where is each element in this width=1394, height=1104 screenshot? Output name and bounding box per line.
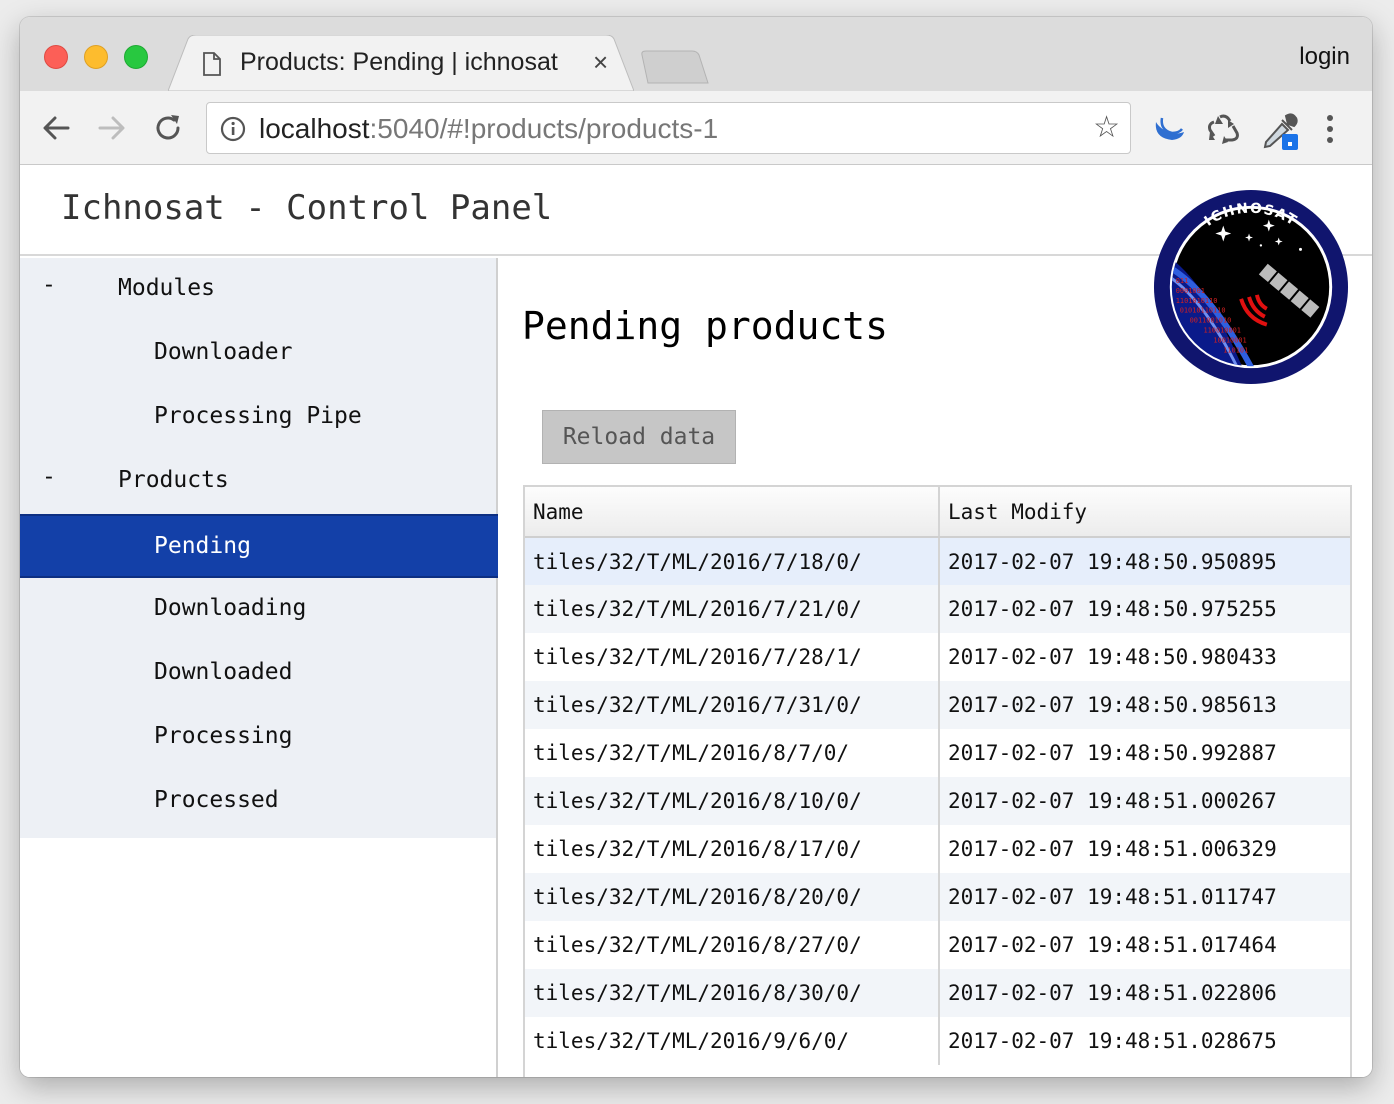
cell-last-modify: 2017-02-07 19:48:51.022806 (939, 969, 1350, 1017)
new-tab-button[interactable] (640, 49, 710, 85)
sidebar-group-label: Modules (118, 275, 215, 301)
url-path: :5040/#!products/products-1 (369, 113, 719, 144)
tab-title: Products: Pending | ichnosat (240, 48, 558, 76)
cell-name: tiles/32/T/ML/2016/8/20/0/ (525, 873, 940, 921)
browser-window: Products: Pending | ichnosat × login loc… (20, 17, 1372, 1077)
url-host: localhost (259, 113, 370, 144)
maximize-window-button[interactable] (124, 45, 148, 69)
page-title: Pending products (522, 304, 889, 348)
svg-text:1101010110: 1101010110 (1176, 297, 1218, 305)
menu-dots-icon[interactable] (1324, 112, 1336, 146)
sidebar-item-label: Downloaded (154, 659, 293, 685)
login-link[interactable]: login (1299, 43, 1350, 71)
cell-last-modify: 2017-02-07 19:48:51.006329 (939, 825, 1350, 873)
table-row[interactable]: tiles/32/T/ML/2016/7/18/0/2017-02-07 19:… (525, 537, 1350, 585)
sidebar-item-label: Pending (154, 533, 251, 559)
document-icon (203, 52, 221, 76)
table-row[interactable]: tiles/32/T/ML/2016/7/31/0/2017-02-07 19:… (525, 681, 1350, 729)
sidebar-item-pending[interactable]: Pending (20, 514, 498, 578)
cell-last-modify: 2017-02-07 19:48:50.985613 (939, 681, 1350, 729)
close-window-button[interactable] (44, 45, 68, 69)
sidebar-item-processed[interactable]: Processed (20, 770, 498, 834)
sidebar-item-label: Downloader (154, 339, 293, 365)
back-arrow-icon[interactable] (40, 112, 72, 144)
sidebar-item-downloader[interactable]: Downloader (20, 322, 498, 386)
table-row[interactable]: tiles/32/T/ML/2016/8/30/0/2017-02-07 19:… (525, 969, 1350, 1017)
cell-name: tiles/32/T/ML/2016/8/27/0/ (525, 921, 940, 969)
sidebar-item-processing-pipe[interactable]: Processing Pipe (20, 386, 498, 450)
table-row[interactable]: tiles/32/T/ML/2016/8/10/0/2017-02-07 19:… (525, 777, 1350, 825)
sidebar-item-label: Processed (154, 787, 279, 813)
svg-text:011: 011 (1176, 277, 1189, 285)
cell-name: tiles/32/T/ML/2016/7/28/1/ (525, 633, 940, 681)
table-row[interactable]: tiles/32/T/ML/2016/8/17/0/2017-02-07 19:… (525, 825, 1350, 873)
reload-icon[interactable] (152, 112, 184, 144)
reload-data-button[interactable]: Reload data (542, 410, 736, 464)
svg-text:01010110110: 01010110110 (1180, 307, 1226, 315)
url-text[interactable]: localhost:5040/#!products/products-1 (259, 113, 718, 145)
ichnosat-logo: ICHNOSAT 011 0001001 1101010110 01010110… (1153, 189, 1349, 385)
cell-name: tiles/32/T/ML/2016/8/7/0/ (525, 729, 940, 777)
sidebar: - Modules Downloader Processing Pipe - P… (20, 258, 498, 838)
cell-last-modify: 2017-02-07 19:48:50.992887 (939, 729, 1350, 777)
cell-last-modify: 2017-02-07 19:48:51.000267 (939, 777, 1350, 825)
svg-text:0011001010: 0011001010 (1190, 317, 1232, 325)
eyedropper-extension-icon[interactable] (1262, 112, 1298, 150)
table-body: tiles/32/T/ML/2016/7/18/0/2017-02-07 19:… (525, 537, 1350, 1065)
app-title: Ichnosat - Control Panel (61, 188, 553, 228)
column-header-name[interactable]: Name (525, 487, 940, 538)
table-row[interactable]: tiles/32/T/ML/2016/8/27/0/2017-02-07 19:… (525, 921, 1350, 969)
browser-toolbar: localhost:5040/#!products/products-1 ☆ (20, 91, 1372, 165)
web-page: Ichnosat - Control Panel ICHNOSAT 011 00… (20, 166, 1372, 1077)
cell-name: tiles/32/T/ML/2016/9/6/0/ (525, 1017, 940, 1065)
sidebar-group-products[interactable]: - Products (20, 450, 498, 514)
browser-titlebar: Products: Pending | ichnosat × login (20, 17, 1372, 91)
recycle-extension-icon[interactable] (1206, 112, 1240, 146)
cell-name: tiles/32/T/ML/2016/8/30/0/ (525, 969, 940, 1017)
svg-text:110010001: 110010001 (1203, 327, 1241, 335)
products-table: Name Last Modify tiles/32/T/ML/2016/7/18… (523, 485, 1352, 1077)
minimize-window-button[interactable] (84, 45, 108, 69)
cell-last-modify: 2017-02-07 19:48:50.980433 (939, 633, 1350, 681)
cell-name: tiles/32/T/ML/2016/8/10/0/ (525, 777, 940, 825)
sidebar-item-label: Processing (154, 723, 293, 749)
svg-text:10010001: 10010001 (1213, 336, 1246, 344)
sidebar-item-label: Downloading (154, 595, 307, 621)
table-row[interactable]: tiles/32/T/ML/2016/7/21/0/2017-02-07 19:… (525, 585, 1350, 633)
collapse-toggle[interactable]: - (42, 464, 56, 490)
cell-name: tiles/32/T/ML/2016/8/17/0/ (525, 825, 940, 873)
sidebar-item-downloaded[interactable]: Downloaded (20, 642, 498, 706)
sidebar-item-processing[interactable]: Processing (20, 706, 498, 770)
svg-text:110101: 110101 (1223, 346, 1248, 354)
table-header-row: Name Last Modify (525, 487, 1350, 538)
cell-last-modify: 2017-02-07 19:48:51.011747 (939, 873, 1350, 921)
cell-name: tiles/32/T/ML/2016/7/18/0/ (525, 537, 940, 585)
cell-last-modify: 2017-02-07 19:48:50.950895 (939, 537, 1350, 585)
table-row[interactable]: tiles/32/T/ML/2016/8/20/0/2017-02-07 19:… (525, 873, 1350, 921)
star-icon[interactable]: ☆ (1093, 113, 1120, 143)
table-row[interactable]: tiles/32/T/ML/2016/8/7/0/2017-02-07 19:4… (525, 729, 1350, 777)
cell-last-modify: 2017-02-07 19:48:50.975255 (939, 585, 1350, 633)
svg-text:0001001: 0001001 (1176, 287, 1205, 295)
collapse-toggle[interactable]: - (42, 272, 56, 298)
cell-last-modify: 2017-02-07 19:48:51.017464 (939, 921, 1350, 969)
sidebar-item-downloading[interactable]: Downloading (20, 578, 498, 642)
table-row[interactable]: tiles/32/T/ML/2016/9/6/0/2017-02-07 19:4… (525, 1017, 1350, 1065)
column-header-last-modify[interactable]: Last Modify (939, 487, 1350, 538)
forward-arrow-icon[interactable] (96, 112, 128, 144)
moon-extension-icon[interactable] (1150, 112, 1186, 146)
sidebar-group-modules[interactable]: - Modules (20, 258, 498, 322)
cell-last-modify: 2017-02-07 19:48:51.028675 (939, 1017, 1350, 1065)
browser-tab-active[interactable]: Products: Pending | ichnosat × (168, 35, 634, 91)
sidebar-group-label: Products (118, 467, 229, 493)
sidebar-empty-area (20, 838, 498, 1077)
cell-name: tiles/32/T/ML/2016/7/21/0/ (525, 585, 940, 633)
table-row[interactable]: tiles/32/T/ML/2016/7/28/1/2017-02-07 19:… (525, 633, 1350, 681)
info-icon[interactable] (220, 116, 246, 142)
address-bar[interactable]: localhost:5040/#!products/products-1 ☆ (206, 102, 1131, 154)
tab-close-icon[interactable]: × (593, 47, 608, 78)
sidebar-item-label: Processing Pipe (154, 403, 362, 429)
cell-name: tiles/32/T/ML/2016/7/31/0/ (525, 681, 940, 729)
